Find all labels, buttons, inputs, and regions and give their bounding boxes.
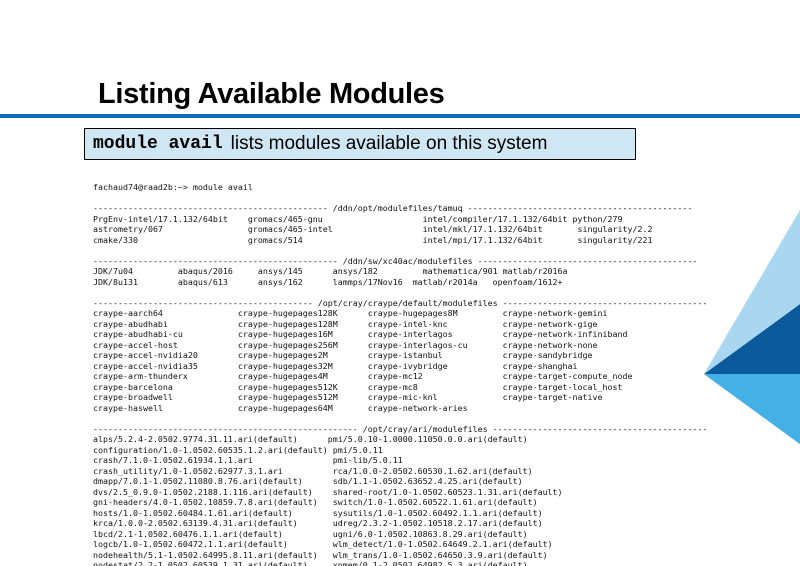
slide: Listing Available Modules module avail l…	[0, 0, 800, 566]
terminal-line: craype-abudhabi-cu craype-hugepages16M c…	[93, 329, 628, 339]
terminal-line: ----------------------------------------…	[93, 203, 693, 213]
terminal-line: craype-haswell craype-hugepages64M crayp…	[93, 402, 468, 413]
terminal-line: craype-accel-nvidia20 craype-hugepages2M…	[93, 350, 593, 360]
terminal-line: astrometry/067 gromacs/465-intel intel/m…	[93, 224, 653, 234]
terminal-line: krca/1.0.0-2.0502.63139.4.31.ari(default…	[93, 518, 543, 528]
terminal-line: fachaud74@raad2b:~> module avail	[93, 182, 253, 192]
terminal-line: ----------------------------------------…	[93, 297, 708, 308]
terminal-line: JDK/7u04 abaqus/2016 ansys/145 ansys/182…	[93, 266, 568, 276]
terminal-line: craype-aarch64 craype-hugepages128K cray…	[93, 308, 608, 318]
triangle-light	[704, 374, 800, 444]
terminal-line: alps/5.2.4-2.0502.9774.31.11.ari(default…	[93, 434, 528, 444]
slide-title: Listing Available Modules	[98, 78, 445, 110]
terminal-line: craype-arm-thunderx craype-hugepages4M c…	[93, 371, 633, 381]
terminal-line: lbcd/2.1-1.0502.60476.1.1.ari(default) u…	[93, 528, 528, 539]
terminal-line: nodestat/2.2-1.0502.60539.1.31.ari(defau…	[93, 560, 528, 566]
terminal-line: craype-barcelona craype-hugepages512K cr…	[93, 381, 623, 392]
terminal-line: hosts/1.0-1.0502.60484.1.61.ari(default)…	[93, 507, 543, 518]
terminal-line: ----------------------------------------…	[93, 255, 698, 266]
terminal-line: PrgEnv-intel/17.1.132/64bit gromacs/465-…	[93, 213, 623, 224]
callout-description: lists modules available on this system	[230, 133, 548, 154]
terminal-line: logcb/1.0-1.0502.60472.1.1.ari(default) …	[93, 539, 553, 549]
terminal-output: fachaud74@raad2b:~> module avail --------…	[93, 182, 707, 566]
terminal-line: craype-broadwell craype-hugepages512M cr…	[93, 392, 603, 402]
terminal-line: craype-accel-nvidia35 craype-hugepages32…	[93, 360, 578, 371]
callout-command: module avail	[93, 134, 223, 154]
command-callout: module avail lists modules available on …	[84, 128, 636, 160]
terminal-line: craype-accel-host craype-hugepages256M c…	[93, 339, 598, 350]
terminal-line: gni-headers/4.0-1.0502.10859.7.8.ari(def…	[93, 497, 538, 507]
terminal-line: nodehealth/5.1-1.0502.64995.8.11.ari(def…	[93, 549, 548, 560]
terminal-line: craype-abudhabi craype-hugepages128M cra…	[93, 318, 598, 329]
terminal-line: dmapp/7.0.1-1.0502.11080.8.76.ari(defaul…	[93, 476, 523, 486]
terminal-line: crash/7.1.0-1.0502.61934.1.1.ari pmi-lib…	[93, 455, 403, 465]
terminal-line: JDK/8u131 abaqus/613 ansys/162 lammps/17…	[93, 276, 563, 287]
terminal-line: dvs/2.5_0.9.0-1.0502.2188.1.116.ari(defa…	[93, 486, 563, 497]
terminal-line: configuration/1.0-1.0502.60535.1.2.ari(d…	[93, 444, 383, 455]
terminal-line: crash_utility/1.0-1.0502.62977.3.1.ari r…	[93, 465, 533, 476]
terminal-line: ----------------------------------------…	[93, 423, 708, 434]
title-underline	[0, 114, 800, 118]
terminal-line: cmake/330 gromacs/514 intel/mpi/17.1.132…	[93, 234, 653, 245]
